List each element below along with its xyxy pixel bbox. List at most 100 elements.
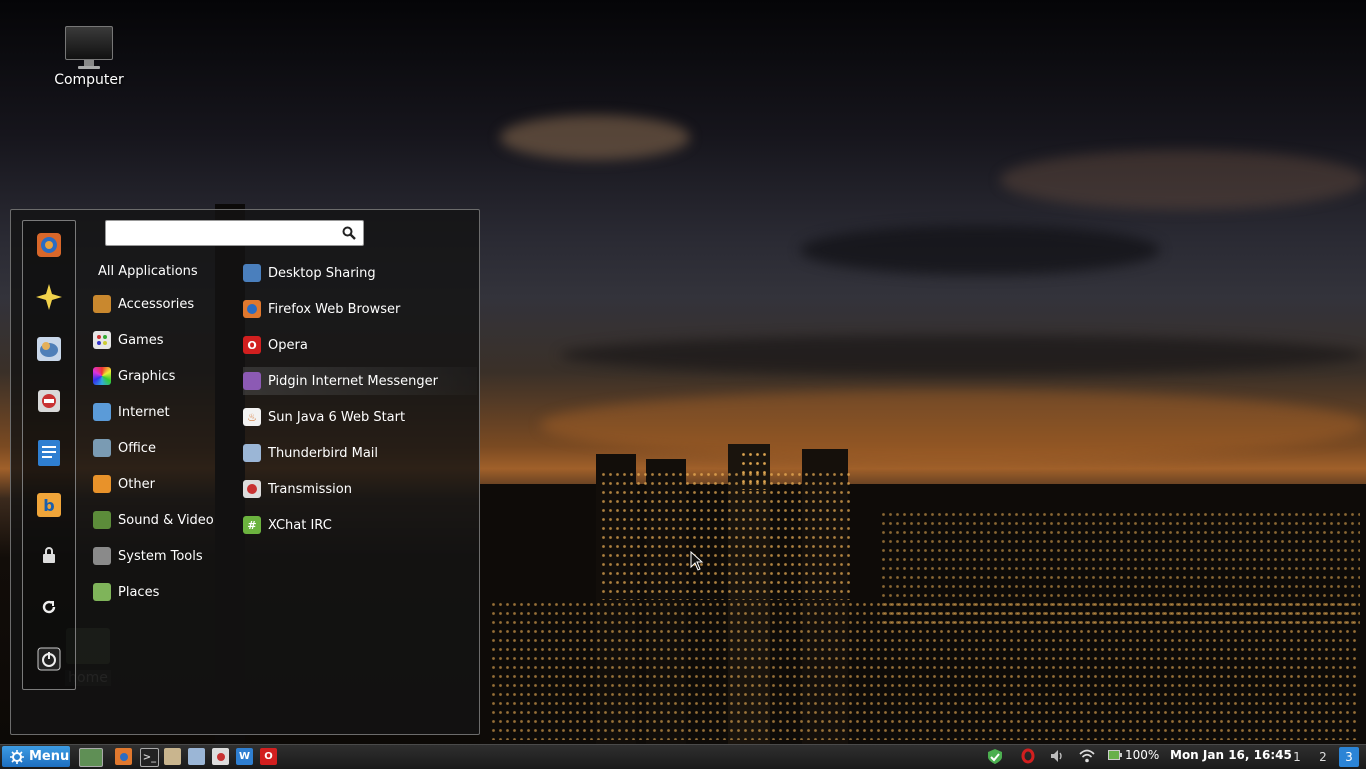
category-games[interactable]: Games (93, 326, 163, 354)
category-places[interactable]: Places (93, 578, 159, 606)
quit-button[interactable] (37, 647, 61, 675)
workspace-1[interactable]: 1 (1287, 747, 1307, 767)
thunderbird-icon (36, 336, 62, 366)
workspace-3[interactable]: 3 (1339, 747, 1359, 767)
show-desktop-icon[interactable] (79, 748, 103, 767)
category-label: All Applications (98, 263, 198, 279)
category-label: Office (118, 440, 156, 456)
thunderbird-icon (243, 444, 261, 462)
gear-icon (10, 749, 24, 764)
category-internet[interactable]: Internet (93, 398, 170, 426)
category-all-applications[interactable]: All Applications (98, 257, 198, 285)
bluefish-icon: b (36, 492, 62, 522)
lock-screen-button[interactable] (37, 545, 61, 569)
app-label: Pidgin Internet Messenger (268, 373, 438, 389)
logout-button[interactable] (37, 597, 61, 621)
desktop-icon-computer[interactable]: Computer (48, 22, 130, 88)
battery-level: 100% (1125, 748, 1160, 762)
games-icon (93, 331, 111, 349)
power-icon (37, 647, 61, 675)
application-menu: b All Applications Accessories Games Gra… (10, 209, 480, 735)
category-label: Sound & Video (118, 512, 214, 528)
thunderbird-icon[interactable] (188, 748, 205, 765)
category-label: Places (118, 584, 160, 600)
category-office[interactable]: Office (93, 434, 156, 462)
category-label: Graphics (118, 368, 176, 384)
office-icon (93, 439, 111, 457)
accessories-icon (93, 295, 111, 313)
svg-text:b: b (43, 496, 54, 515)
pidgin-icon (243, 372, 261, 390)
app-pidgin[interactable]: Pidgin Internet Messenger (243, 367, 477, 395)
favorites-bar: b (22, 220, 76, 690)
battery-indicator[interactable]: 100% (1108, 748, 1159, 762)
favorite-transmission[interactable] (35, 389, 63, 417)
category-other[interactable]: Other (93, 470, 155, 498)
files-icon[interactable] (164, 748, 181, 765)
bottom-panel: Menu >_ W O 100% Mon Jan 16, 16:45 1 2 3 (0, 744, 1366, 769)
battery-icon (1108, 750, 1122, 760)
search-input[interactable] (110, 223, 340, 245)
computer-icon (48, 26, 130, 69)
java-icon: ♨ (243, 408, 261, 426)
wifi-icon[interactable] (1079, 748, 1095, 767)
favorite-document-viewer[interactable] (35, 439, 63, 471)
clock[interactable]: Mon Jan 16, 16:45 (1170, 748, 1292, 762)
document-icon (36, 439, 62, 471)
xchat-icon: # (243, 516, 261, 534)
system-tools-icon (93, 547, 111, 565)
app-label: Desktop Sharing (268, 265, 376, 281)
terminal-icon[interactable]: >_ (140, 748, 159, 767)
app-java-web-start[interactable]: ♨ Sun Java 6 Web Start (243, 403, 463, 431)
graphics-icon (93, 367, 111, 385)
workspace-2[interactable]: 2 (1313, 747, 1333, 767)
app-xchat[interactable]: # XChat IRC (243, 511, 463, 539)
category-sound-video[interactable]: Sound & Video (93, 506, 214, 534)
firefox-icon (243, 300, 261, 318)
category-label: System Tools (118, 548, 203, 564)
volume-icon[interactable] (1049, 748, 1065, 767)
app-label: Opera (268, 337, 308, 353)
star-icon (35, 283, 63, 315)
favorite-thunderbird[interactable] (35, 337, 63, 365)
category-system-tools[interactable]: System Tools (93, 542, 203, 570)
favorite-firefox[interactable] (35, 233, 63, 261)
category-accessories[interactable]: Accessories (93, 290, 194, 318)
app-firefox[interactable]: Firefox Web Browser (243, 295, 463, 323)
app-transmission[interactable]: Transmission (243, 475, 463, 503)
category-label: Games (118, 332, 164, 348)
transmission-icon[interactable] (212, 748, 229, 765)
internet-icon (93, 403, 111, 421)
firefox-icon[interactable] (115, 748, 132, 765)
firefox-icon (36, 232, 62, 262)
mouse-pointer-icon (690, 550, 704, 575)
places-folder-icon (93, 583, 111, 601)
category-graphics[interactable]: Graphics (93, 362, 175, 390)
menu-button[interactable]: Menu (2, 746, 70, 767)
logout-icon (40, 598, 58, 620)
app-label: Sun Java 6 Web Start (268, 409, 406, 425)
sound-video-icon (93, 511, 111, 529)
desktop-icon-label: Computer (54, 72, 124, 88)
desktop-sharing-icon (243, 264, 261, 282)
opera-icon[interactable]: O (260, 748, 277, 765)
favorite-bluefish[interactable]: b (35, 493, 63, 521)
search-icon[interactable] (342, 225, 356, 244)
app-label: Transmission (268, 481, 352, 497)
other-icon (93, 475, 111, 493)
transmission-icon (36, 388, 62, 418)
update-shield-icon[interactable] (987, 748, 1003, 768)
transmission-icon (243, 480, 261, 498)
app-desktop-sharing[interactable]: Desktop Sharing (243, 259, 463, 287)
app-label: Firefox Web Browser (268, 301, 401, 317)
opera-tray-icon[interactable] (1021, 748, 1035, 767)
text-editor-icon[interactable]: W (236, 748, 253, 765)
menu-button-label: Menu (29, 749, 70, 764)
category-label: Internet (118, 404, 170, 420)
category-label: Accessories (118, 296, 195, 312)
search-box (105, 220, 364, 246)
opera-icon: O (243, 336, 261, 354)
app-opera[interactable]: O Opera (243, 331, 463, 359)
app-thunderbird[interactable]: Thunderbird Mail (243, 439, 463, 467)
favorite-desktop-sharing[interactable] (35, 283, 63, 315)
